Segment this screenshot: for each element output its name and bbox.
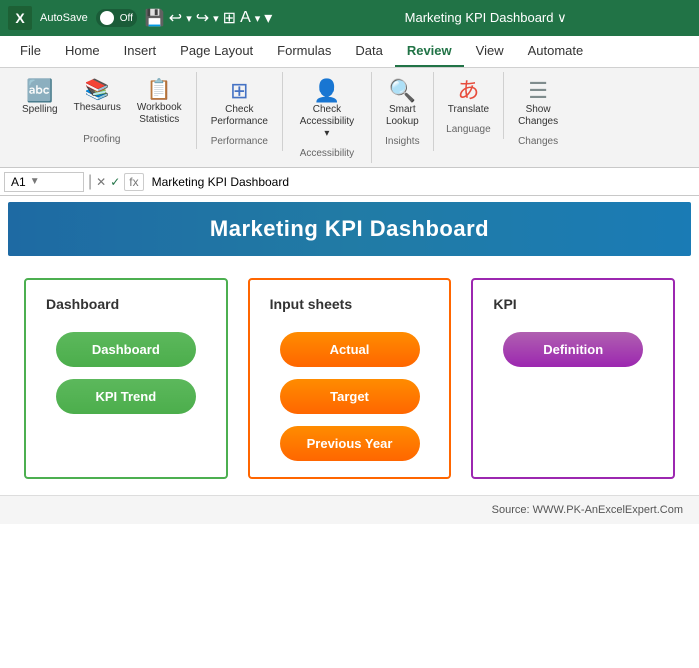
definition-button[interactable]: Definition [503,332,643,367]
cell-ref-value: A1 [11,175,26,189]
workbook-stats-icon: 📋 [147,80,172,100]
menu-page-layout[interactable]: Page Layout [168,36,265,67]
menu-formulas[interactable]: Formulas [265,36,343,67]
smart-lookup-label: SmartLookup [386,104,419,128]
check-performance-label: Check Performance [211,104,268,128]
grid-icon[interactable]: ⊞ [223,8,236,28]
source-footer: Source: WWW.PK-AnExcelExpert.Com [0,495,699,524]
menu-insert[interactable]: Insert [112,36,169,67]
insights-group-label: Insights [380,136,425,147]
previous-year-button[interactable]: Previous Year [280,426,420,461]
check-accessibility-button[interactable]: 👤 CheckAccessibility ▾ [291,76,363,144]
ribbon-group-insights: 🔍 SmartLookup Insights [372,72,434,151]
translate-button[interactable]: あ Translate [442,76,495,120]
insights-items: 🔍 SmartLookup [380,76,425,132]
check-performance-button[interactable]: ⊞ Check Performance [205,76,274,132]
check-accessibility-icon: 👤 [313,80,340,102]
card-input-sheets-title: Input sheets [270,296,352,312]
workbook-statistics-button[interactable]: 📋 Workbook Statistics [131,76,188,130]
target-button[interactable]: Target [280,379,420,414]
language-group-label: Language [442,124,495,135]
kpi-trend-button[interactable]: KPI Trend [56,379,196,414]
source-text: Source: WWW.PK-AnExcelExpert.Com [492,504,683,516]
dashboard-button[interactable]: Dashboard [56,332,196,367]
thesaurus-icon: 📚 [85,80,110,100]
spelling-button[interactable]: 🔤 Spelling [16,76,64,120]
menu-file[interactable]: File [8,36,53,67]
formula-bar: A1 ▼ | ✕ ✓ fx [0,168,699,196]
cell-ref-dropdown-icon[interactable]: ▼ [30,176,40,187]
quick-access-toolbar: 💾 ↩ ▾ ↪ ▾ ⊞ A ▾ ▾ [145,8,272,28]
language-items: あ Translate [442,76,495,120]
thesaurus-button[interactable]: 📚 Thesaurus [68,76,127,118]
ribbon-group-changes: ☰ ShowChanges Changes [504,72,572,151]
ribbon-group-performance: ⊞ Check Performance Performance [197,72,283,151]
menu-automate[interactable]: Automate [516,36,596,67]
save-icon[interactable]: 💾 [145,8,165,28]
check-performance-icon: ⊞ [230,80,248,102]
excel-logo: X [8,6,32,30]
card-input-sheets: Input sheets Actual Target Previous Year [248,278,452,479]
menu-data[interactable]: Data [343,36,394,67]
proofing-group-label: Proofing [16,134,188,145]
card-kpi: KPI Definition [471,278,675,479]
proofing-items: 🔤 Spelling 📚 Thesaurus 📋 Workbook Statis… [16,76,188,130]
font-color-icon[interactable]: A [240,9,251,27]
ribbon-group-proofing: 🔤 Spelling 📚 Thesaurus 📋 Workbook Statis… [8,72,197,149]
performance-items: ⊞ Check Performance [205,76,274,132]
card-dashboard: Dashboard Dashboard KPI Trend [24,278,228,479]
performance-group-label: Performance [205,136,274,147]
ribbon-group-language: あ Translate Language [434,72,504,139]
changes-group-label: Changes [512,136,564,147]
spreadsheet-content: Marketing KPI Dashboard Dashboard Dashbo… [0,202,699,524]
customize-icon[interactable]: ▾ [264,8,272,28]
accessibility-items: 👤 CheckAccessibility ▾ [291,76,363,144]
ribbon: 🔤 Spelling 📚 Thesaurus 📋 Workbook Statis… [0,68,699,168]
card-dashboard-title: Dashboard [46,296,119,312]
ribbon-group-accessibility: 👤 CheckAccessibility ▾ Accessibility [283,72,372,163]
smart-lookup-icon: 🔍 [389,80,416,102]
cancel-formula-icon[interactable]: ✕ [96,175,106,189]
workbook-stats-label: Workbook Statistics [137,102,182,126]
smart-lookup-button[interactable]: 🔍 SmartLookup [380,76,425,132]
menu-review[interactable]: Review [395,36,464,67]
thesaurus-label: Thesaurus [74,102,121,114]
show-changes-icon: ☰ [528,80,548,102]
menu-view[interactable]: View [464,36,516,67]
menu-home[interactable]: Home [53,36,112,67]
redo-icon[interactable]: ↪ [196,8,209,28]
window-title: Marketing KPI Dashboard ∨ [280,10,691,26]
toggle-thumb [100,11,114,25]
show-changes-button[interactable]: ☰ ShowChanges [512,76,564,132]
cell-reference-box[interactable]: A1 ▼ [4,172,84,192]
translate-label: Translate [448,104,489,116]
spelling-icon: 🔤 [26,80,53,102]
confirm-formula-icon[interactable]: ✓ [110,175,120,189]
title-bar: X AutoSave Off 💾 ↩ ▾ ↪ ▾ ⊞ A ▾ ▾ Marketi… [0,0,699,36]
show-changes-label: ShowChanges [518,104,558,128]
accessibility-group-label: Accessibility [291,148,363,159]
autosave-label: AutoSave [40,12,88,24]
changes-items: ☰ ShowChanges [512,76,564,132]
dashboard-header: Marketing KPI Dashboard [8,202,691,256]
spelling-label: Spelling [22,104,58,116]
menu-bar: File Home Insert Page Layout Formulas Da… [0,36,699,68]
formula-input[interactable] [148,173,695,191]
function-insert-icon[interactable]: fx [124,173,143,191]
autosave-toggle[interactable]: Off [96,9,137,27]
actual-button[interactable]: Actual [280,332,420,367]
card-kpi-title: KPI [493,296,516,312]
undo-icon[interactable]: ↩ [169,8,182,28]
check-accessibility-label: CheckAccessibility ▾ [297,104,357,140]
cards-section: Dashboard Dashboard KPI Trend Input shee… [0,262,699,495]
translate-icon: あ [457,80,479,102]
formula-bar-separator-1: | [88,173,92,191]
